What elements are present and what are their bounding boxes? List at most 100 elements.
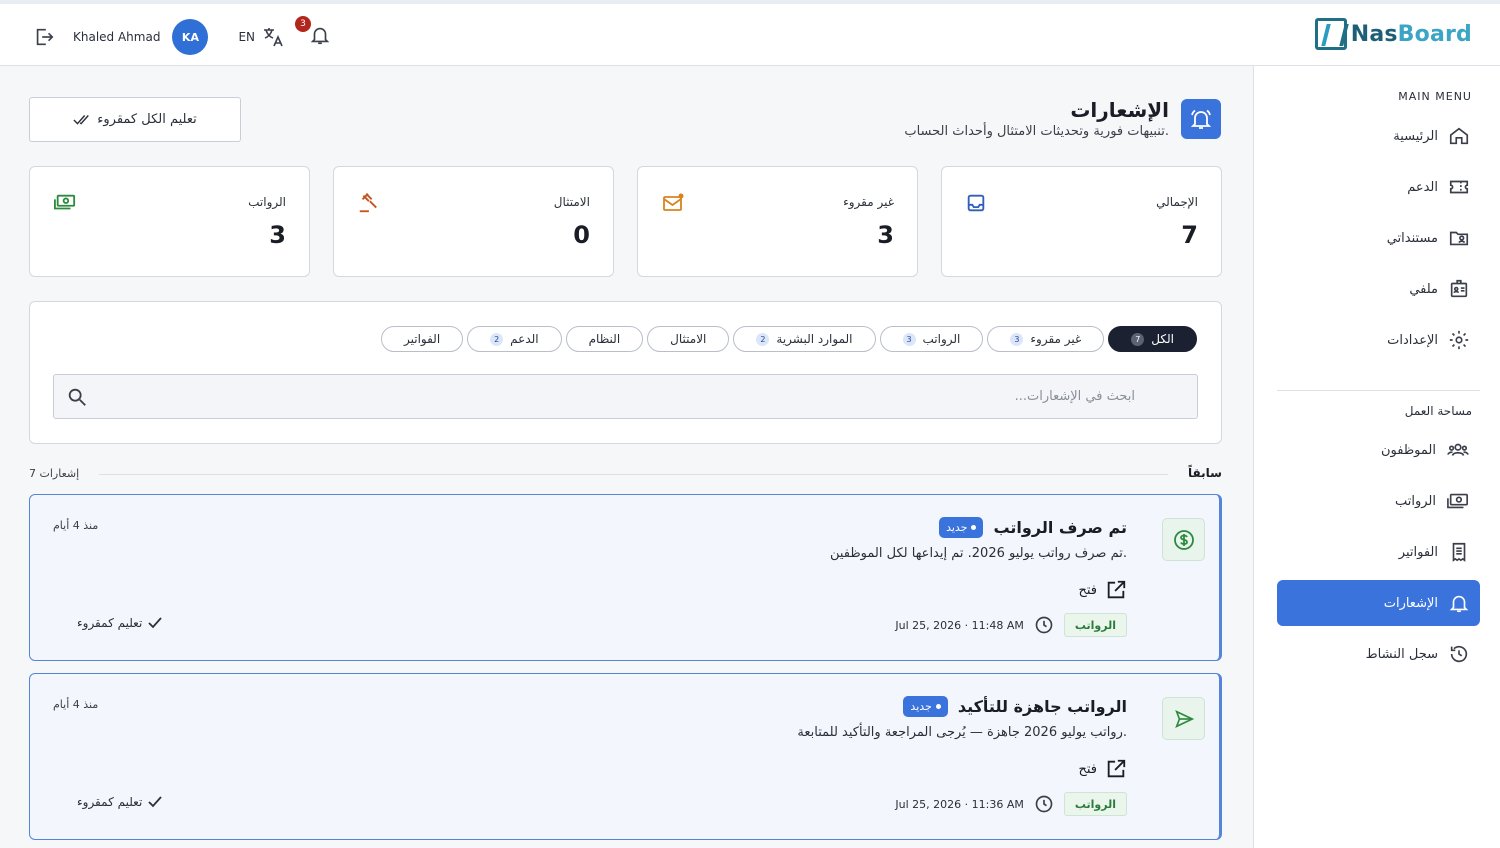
bell-ring-icon: [1181, 98, 1221, 139]
notification-count-badge: 3: [295, 16, 312, 32]
notification-body: رواتب يوليو 2026 جاهزة — يُرجى المراجعة …: [797, 725, 1127, 740]
filter-chip-system[interactable]: النظام: [565, 326, 644, 352]
chip-label: الفواتير: [403, 332, 441, 346]
notification-card[interactable]: الرواتب جاهزة للتأكيد جديد رواتب يوليو 2…: [29, 673, 1222, 840]
gear-icon: [1448, 329, 1470, 351]
chip-label: الكل: [1151, 332, 1174, 346]
filter-chip-all[interactable]: الكل 7: [1108, 326, 1197, 352]
search-icon[interactable]: [66, 386, 88, 408]
open-label: فتح: [1078, 761, 1097, 777]
sidebar-item-activity-log[interactable]: سجل النشاط: [1277, 631, 1480, 677]
page-title: الإشعارات: [1070, 98, 1169, 122]
chip-count: 3: [1010, 332, 1024, 346]
notification-card[interactable]: تم صرف الرواتب جديد تم صرف رواتب يوليو 2…: [29, 494, 1222, 661]
sidebar-item-home[interactable]: الرئيسية: [1277, 113, 1480, 159]
mark-read-button[interactable]: تعليم كمقروء: [77, 616, 162, 630]
chip-label: الرواتب: [922, 332, 961, 346]
double-check-icon: [73, 113, 91, 127]
sidebar-item-label: ملفي: [1409, 281, 1438, 297]
bell-icon: [1448, 592, 1470, 614]
filter-chip-payroll[interactable]: الرواتب 3: [879, 326, 984, 352]
sidebar-item-label: الدعم: [1407, 179, 1438, 195]
notification-body: تم صرف رواتب يوليو 2026. تم إيداعها لكل …: [829, 546, 1127, 561]
logo-mark-icon: [1314, 18, 1347, 50]
main-menu-heading: MAIN MENU: [1398, 90, 1472, 103]
sidebar-item-notifications[interactable]: الإشعارات: [1277, 580, 1480, 626]
sidebar-item-label: الرئيسية: [1393, 128, 1438, 144]
external-link-icon: [1105, 579, 1127, 601]
stat-card-payroll: الرواتب 3: [29, 166, 310, 277]
stat-value: 3: [877, 221, 894, 249]
open-link[interactable]: فتح: [1078, 758, 1127, 780]
mark-all-read-button[interactable]: تعليم الكل كمقروء: [29, 97, 241, 142]
workspace-heading: مساحة العمل: [1404, 404, 1472, 418]
sidebar-item-documents[interactable]: مستنداتي: [1277, 215, 1480, 261]
chip-label: النظام: [588, 332, 621, 346]
sidebar-item-payroll[interactable]: الرواتب: [1277, 478, 1480, 524]
logo[interactable]: NasBoard: [1314, 18, 1472, 50]
stat-label: غير مقروء: [843, 195, 894, 209]
history-icon: [1448, 643, 1470, 665]
mark-read-label: تعليم كمقروء: [77, 616, 143, 630]
money-icon: [1446, 490, 1470, 512]
ticket-icon: [1448, 176, 1470, 198]
sidebar-item-label: الموظفون: [1381, 442, 1436, 458]
top-bar-actions: Khaled Ahmad KA EN 3: [33, 16, 331, 57]
sidebar-item-employees[interactable]: الموظفون: [1277, 427, 1480, 473]
chip-label: غير مقروء: [1030, 332, 1082, 346]
open-link[interactable]: فتح: [1078, 579, 1127, 601]
receipt-icon: [1448, 541, 1470, 563]
mark-read-label: تعليم كمقروء: [77, 795, 143, 809]
sidebar-item-profile[interactable]: ملفي: [1277, 266, 1480, 312]
logout-icon[interactable]: [33, 26, 55, 48]
inbox-icon: [965, 192, 987, 218]
filter-card: الكل 7 غير مقروء 3 الرواتب 3 الموارد الب…: [29, 301, 1222, 444]
sidebar-item-label: الإشعارات: [1383, 595, 1438, 611]
section-header: سابقاً 7 إشعارات: [29, 463, 1222, 487]
sidebar-item-invoices[interactable]: الفواتير: [1277, 529, 1480, 575]
chip-label: الدعم: [510, 332, 539, 346]
stat-card-unread: غير مقروء 3: [637, 166, 918, 277]
open-label: فتح: [1078, 582, 1097, 598]
notification-time: Jul 25, 2026 · 11:36 AM: [895, 797, 1024, 811]
category-tag: الرواتب: [1063, 613, 1127, 637]
sidebar: MAIN MENU الرئيسية الدعم مستنداتي ملفي ا…: [1253, 66, 1500, 848]
language-label[interactable]: EN: [238, 30, 255, 44]
chip-count: 2: [756, 332, 770, 346]
filter-chip-support[interactable]: الدعم 2: [467, 326, 562, 352]
stat-label: الامتثال: [553, 195, 590, 209]
chip-count: 2: [490, 332, 504, 346]
top-bar: Khaled Ahmad KA EN 3 NasBoard: [0, 0, 1500, 66]
chip-label: الموارد البشرية: [776, 332, 853, 346]
stat-card-compliance: الامتثال 0: [333, 166, 614, 277]
filter-chip-hr[interactable]: الموارد البشرية 2: [733, 326, 876, 352]
stat-value: 0: [573, 221, 590, 249]
sidebar-item-settings[interactable]: الإعدادات: [1277, 317, 1480, 363]
search-input[interactable]: [95, 375, 1135, 418]
sidebar-divider: [1277, 390, 1480, 391]
mark-read-button[interactable]: تعليم كمقروء: [77, 795, 162, 809]
section-count: 7 إشعارات: [29, 467, 80, 480]
chip-count: 3: [902, 332, 916, 346]
filter-chips: الكل 7 غير مقروء 3 الرواتب 3 الموارد الب…: [380, 326, 1197, 352]
stat-label: الرواتب: [248, 195, 286, 209]
main-content: تعليم الكل كمقروء الإشعارات تنبيهات فوري…: [0, 66, 1253, 848]
filter-chip-unread[interactable]: غير مقروء 3: [987, 326, 1105, 352]
mail-unread-icon: [661, 192, 685, 218]
sidebar-item-label: مستنداتي: [1386, 230, 1438, 246]
new-badge: جديد: [939, 517, 984, 538]
check-icon: [148, 617, 162, 629]
notifications-bell[interactable]: 3: [295, 16, 331, 50]
page-header: الإشعارات تنبيهات فورية وتحديثات الامتثا…: [904, 98, 1221, 139]
stat-label: الإجمالي: [1156, 195, 1198, 209]
section-divider: [99, 474, 1168, 475]
filter-chip-invoices[interactable]: الفواتير: [380, 326, 464, 352]
clock-icon: [1034, 794, 1054, 814]
sidebar-item-support[interactable]: الدعم: [1277, 164, 1480, 210]
filter-chip-compliance[interactable]: الامتثال: [647, 326, 730, 352]
dollar-circle-icon: [1162, 518, 1205, 561]
avatar[interactable]: KA: [172, 19, 209, 55]
new-badge: جديد: [903, 696, 948, 717]
translate-icon[interactable]: [261, 25, 285, 49]
home-icon: [1448, 125, 1470, 147]
